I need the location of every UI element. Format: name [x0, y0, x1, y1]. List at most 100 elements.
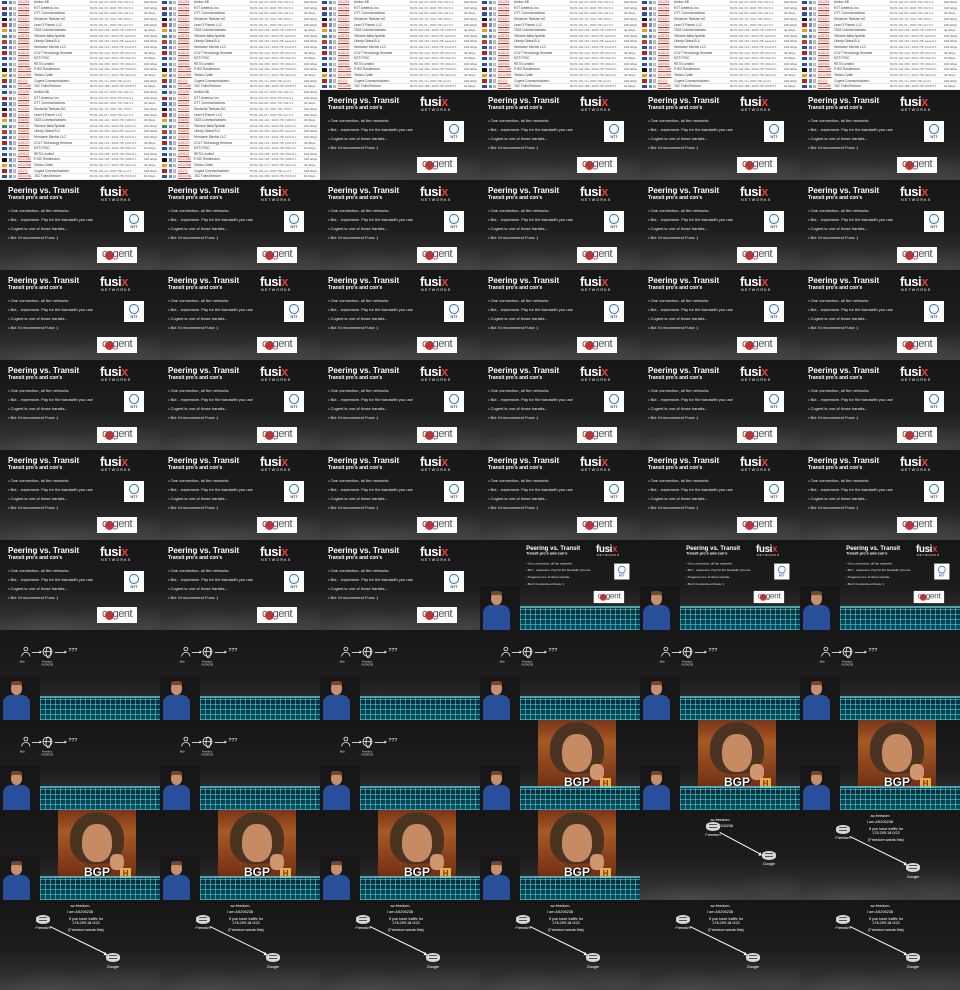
asn-link[interactable]: AS9002	[178, 62, 189, 66]
asn-link[interactable]: AS1299	[18, 0, 29, 4]
asn-link[interactable]: AS1299	[178, 0, 189, 4]
asn-link[interactable]: AS3356	[178, 113, 189, 117]
asn-link[interactable]: AS3257	[338, 11, 349, 15]
asn-link[interactable]: AS174	[178, 79, 188, 83]
asn-link[interactable]: AS6453	[658, 28, 669, 32]
asn-link[interactable]: AS8359	[338, 56, 349, 60]
asn-link[interactable]: AS6939	[498, 45, 509, 49]
asn-link[interactable]: AS12389	[818, 67, 831, 71]
asn-link[interactable]: AS6453	[178, 118, 189, 122]
asn-link[interactable]: AS2914	[178, 6, 189, 10]
asn-link[interactable]: AS6762	[818, 34, 829, 38]
asn-link[interactable]: AS6762	[338, 34, 349, 38]
asn-link[interactable]: AS9002	[818, 62, 829, 66]
asn-link[interactable]: AS3257	[18, 101, 29, 105]
asn-link[interactable]: AS2914	[18, 6, 29, 10]
asn-link[interactable]: AS6453	[818, 28, 829, 32]
asn-link[interactable]: AS9002	[18, 152, 29, 156]
asn-link[interactable]: AS6939	[338, 45, 349, 49]
asn-link[interactable]: AS12956	[18, 163, 31, 167]
asn-link[interactable]: AS3320	[658, 17, 669, 21]
asn-link[interactable]: AS3257	[818, 11, 829, 15]
asn-link[interactable]: AS20485	[178, 174, 191, 178]
asn-link[interactable]: AS2914	[818, 6, 829, 10]
asn-link[interactable]: AS2914	[658, 6, 669, 10]
asn-link[interactable]: AS3320	[498, 17, 509, 21]
asn-link[interactable]: AS3320	[818, 17, 829, 21]
asn-link[interactable]: AS3257	[178, 101, 189, 105]
asn-link[interactable]: AS12389	[178, 157, 191, 161]
asn-link[interactable]: AS12956	[338, 73, 351, 77]
asn-link[interactable]: AS12956	[178, 73, 191, 77]
asn-link[interactable]: AS6830	[178, 129, 189, 133]
asn-link[interactable]: AS8359	[18, 56, 29, 60]
asn-link[interactable]: AS12389	[338, 67, 351, 71]
asn-link[interactable]: AS3356	[658, 23, 669, 27]
asn-link[interactable]: AS3356	[178, 23, 189, 27]
asn-link[interactable]: AS12956	[18, 73, 31, 77]
asn-link[interactable]: AS8220	[818, 51, 829, 55]
asn-link[interactable]: AS20485	[18, 174, 31, 178]
asn-link[interactable]: AS3320	[338, 17, 349, 21]
asn-link[interactable]: AS3356	[818, 23, 829, 27]
asn-link[interactable]: AS12389	[178, 67, 191, 71]
asn-link[interactable]: AS174	[178, 169, 188, 173]
asn-link[interactable]: AS174	[818, 79, 828, 83]
asn-link[interactable]: AS8220	[18, 51, 29, 55]
asn-link[interactable]: AS174	[18, 79, 28, 83]
asn-link[interactable]: AS6939	[178, 45, 189, 49]
asn-link[interactable]: AS1299	[18, 90, 29, 94]
asn-link[interactable]: AS6830	[818, 39, 829, 43]
asn-link[interactable]: AS6830	[18, 39, 29, 43]
asn-link[interactable]: AS12956	[498, 73, 511, 77]
asn-link[interactable]: AS6939	[18, 45, 29, 49]
asn-link[interactable]: AS6830	[178, 39, 189, 43]
asn-link[interactable]: AS6939	[18, 135, 29, 139]
asn-link[interactable]: AS6830	[498, 39, 509, 43]
asn-link[interactable]: AS6762	[18, 34, 29, 38]
asn-link[interactable]: AS3320	[18, 17, 29, 21]
asn-link[interactable]: AS8359	[658, 56, 669, 60]
asn-link[interactable]: AS1299	[658, 0, 669, 4]
asn-link[interactable]: AS20485	[498, 84, 511, 88]
asn-link[interactable]: AS8220	[658, 51, 669, 55]
asn-link[interactable]: AS6830	[18, 129, 29, 133]
asn-link[interactable]: AS3356	[338, 23, 349, 27]
asn-link[interactable]: AS3356	[498, 23, 509, 27]
asn-link[interactable]: AS9002	[18, 62, 29, 66]
asn-link[interactable]: AS8220	[338, 51, 349, 55]
asn-link[interactable]: AS8220	[18, 141, 29, 145]
asn-link[interactable]: AS6453	[338, 28, 349, 32]
asn-link[interactable]: AS6762	[178, 34, 189, 38]
asn-link[interactable]: AS6939	[658, 45, 669, 49]
asn-link[interactable]: AS1299	[818, 0, 829, 4]
asn-link[interactable]: AS20485	[178, 84, 191, 88]
asn-link[interactable]: AS8359	[498, 56, 509, 60]
asn-link[interactable]: AS12389	[498, 67, 511, 71]
asn-link[interactable]: AS174	[658, 79, 668, 83]
asn-link[interactable]: AS9002	[498, 62, 509, 66]
asn-link[interactable]: AS6762	[658, 34, 669, 38]
asn-link[interactable]: AS6830	[338, 39, 349, 43]
asn-link[interactable]: AS2914	[498, 6, 509, 10]
asn-link[interactable]: AS8220	[178, 141, 189, 145]
asn-link[interactable]: AS1299	[498, 0, 509, 4]
asn-link[interactable]: AS12956	[178, 163, 191, 167]
asn-link[interactable]: AS1299	[178, 90, 189, 94]
asn-link[interactable]: AS12956	[658, 73, 671, 77]
asn-link[interactable]: AS12389	[18, 67, 31, 71]
asn-link[interactable]: AS6939	[178, 135, 189, 139]
asn-link[interactable]: AS6762	[178, 124, 189, 128]
asn-link[interactable]: AS2914	[338, 6, 349, 10]
asn-link[interactable]: AS20485	[338, 84, 351, 88]
asn-link[interactable]: AS2914	[18, 96, 29, 100]
asn-link[interactable]: AS9002	[178, 152, 189, 156]
asn-link[interactable]: AS20485	[818, 84, 831, 88]
asn-link[interactable]: AS20485	[658, 84, 671, 88]
asn-link[interactable]: AS174	[498, 79, 508, 83]
asn-link[interactable]: AS9002	[658, 62, 669, 66]
asn-link[interactable]: AS174	[338, 79, 348, 83]
asn-link[interactable]: AS8220	[498, 51, 509, 55]
asn-link[interactable]: AS3320	[18, 107, 29, 111]
asn-link[interactable]: AS8359	[818, 56, 829, 60]
